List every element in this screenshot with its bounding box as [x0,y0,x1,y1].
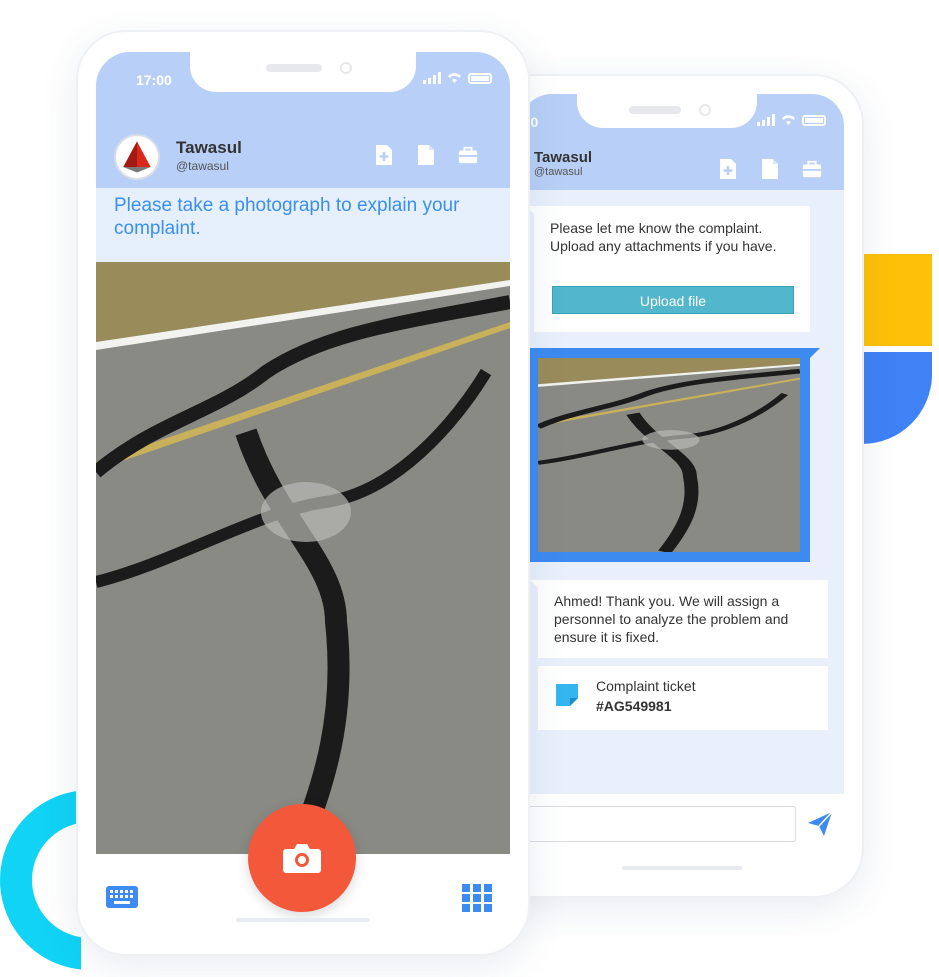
home-indicator[interactable] [236,918,370,922]
document-icon[interactable] [760,158,780,180]
keyboard-icon[interactable] [106,886,138,908]
briefcase-icon[interactable] [802,158,822,180]
ticket-label: Complaint ticket [596,678,696,694]
road-crack-photo-thumbnail[interactable] [538,358,800,552]
speaker-grill [266,64,322,72]
profile-name: Tawasul [534,149,593,166]
complaint-ticket-card[interactable]: Complaint ticket #AG549981 [538,666,828,730]
phone-notch [577,94,757,128]
profile-handle: @tawasul [534,166,583,178]
wifi-icon [448,73,461,83]
ticket-icon [556,684,578,706]
phone-notch [190,52,416,92]
profile-handle: @tawasul [176,159,229,173]
camera-capture-button[interactable] [248,804,356,912]
decorative-blue-block [862,352,932,444]
photo-prompt: Please take a photograph to explain your… [96,188,510,262]
camera-screen: 17:00 Tawasul @tawasul Please take a pho… [96,52,510,932]
ticket-number: #AG549981 [596,698,672,714]
add-document-icon[interactable] [374,144,394,166]
signal-icon [757,114,775,126]
briefcase-icon[interactable] [458,144,478,166]
profile-name: Tawasul [176,138,242,157]
bot-request-text: Please let me know the complaint. Upload… [550,220,777,254]
avatar[interactable] [114,134,160,180]
camera-viewfinder-photo[interactable] [96,262,510,854]
user-photo-bubble[interactable] [528,348,820,562]
battery-icon [468,72,492,84]
front-camera [699,104,711,116]
grid-menu-icon[interactable] [462,884,492,912]
add-document-icon[interactable] [718,158,738,180]
bot-message-bubble: Please let me know the complaint. Upload… [526,206,810,332]
chat-screen: :00 Tawasul @tawasul Please let me know … [520,94,844,880]
home-indicator[interactable] [622,866,742,870]
decorative-yellow-block [862,254,932,346]
speaker-grill [629,106,681,114]
signal-icon [423,72,441,84]
camera-phone: 17:00 Tawasul @tawasul Please take a pho… [78,32,528,954]
tawasul-logo-icon [123,141,151,173]
bot-reply-bubble: Ahmed! Thank you. We will assign a perso… [530,580,828,658]
bot-reply-text: Ahmed! Thank you. We will assign a perso… [554,593,789,645]
chat-phone: :00 Tawasul @tawasul Please let me know … [472,76,862,896]
send-icon[interactable] [806,810,834,838]
status-icons [757,114,826,126]
chat-footer [520,794,844,880]
status-icons [423,72,492,84]
wifi-icon [782,115,795,125]
camera-icon [283,844,321,873]
camera-footer [96,804,510,932]
upload-file-button[interactable]: Upload file [552,286,794,314]
status-time: 17:00 [136,72,172,88]
front-camera [340,62,352,74]
document-icon[interactable] [416,144,436,166]
battery-icon [802,114,826,126]
message-input[interactable] [520,806,796,842]
